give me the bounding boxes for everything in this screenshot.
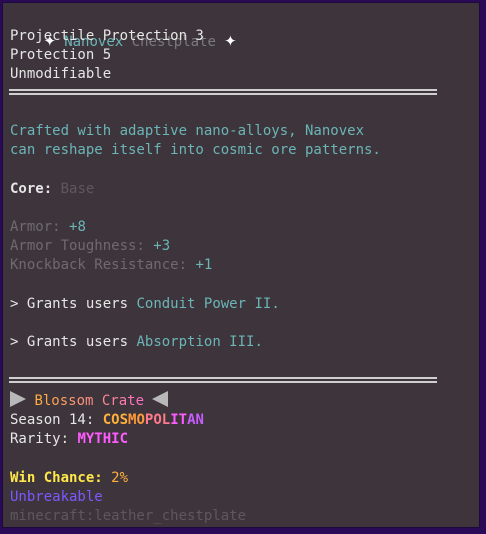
- core-label: Core:: [10, 181, 53, 197]
- rarity-label: Rarity:: [10, 431, 70, 447]
- season-letter: O: [136, 412, 145, 428]
- enchant-line: Projectile Protection 3: [10, 28, 204, 44]
- season-letter: T: [178, 412, 188, 428]
- arrow-left-icon: [152, 391, 169, 407]
- core-value: Base: [60, 181, 95, 197]
- crate-line: Blossom Crate: [10, 391, 169, 411]
- crate-name: Blossom Crate: [34, 393, 145, 409]
- season-value: COSMOPOLITAN: [103, 412, 204, 428]
- core-line: Core: Base: [10, 180, 94, 199]
- stat-label: Armor:: [10, 219, 61, 235]
- stat-label: Knockback Resistance:: [10, 257, 188, 273]
- season-line: Season 14: COSMOPOLITAN: [10, 411, 204, 430]
- enchant-line: Unmodifiable: [10, 66, 112, 82]
- bullet-icon: >: [10, 334, 19, 350]
- separator: [9, 377, 437, 383]
- season-label: Season 14:: [10, 412, 95, 428]
- ability-prefix: Grants users: [26, 334, 129, 350]
- ability-power: Absorption III.: [136, 334, 263, 350]
- item-title: ✦ Nanovex Chestplate ✦: [10, 6, 237, 50]
- stat-line: Knockback Resistance: +1: [10, 256, 212, 275]
- bullet-icon: >: [10, 296, 19, 312]
- sparkle-icon: ✦: [224, 27, 237, 51]
- ability-power: Conduit Power II.: [136, 296, 280, 312]
- win-chance-value: 2%: [111, 470, 129, 486]
- season-letter: A: [187, 412, 196, 428]
- ability-line: > Grants users Absorption III.: [10, 333, 263, 352]
- ability-prefix: Grants users: [26, 296, 129, 312]
- rarity-value: MYTHIC: [77, 431, 129, 447]
- stat-value: +1: [195, 257, 213, 273]
- win-chance-label: Win Chance:: [10, 470, 103, 486]
- season-letter: O: [111, 412, 120, 428]
- unbreakable-line: Unbreakable: [10, 489, 103, 505]
- stat-label: Armor Toughness:: [10, 238, 145, 254]
- stat-line: Armor Toughness: +3: [10, 237, 170, 256]
- stat-value: +8: [69, 219, 86, 235]
- stat-value: +3: [153, 238, 171, 254]
- season-letter: L: [161, 412, 171, 428]
- season-letter: C: [102, 412, 112, 428]
- season-letter: O: [153, 412, 162, 428]
- separator: [9, 89, 437, 95]
- lore-line: can reshape itself into cosmic ore patte…: [10, 142, 381, 158]
- win-chance-line: Win Chance: 2%: [10, 469, 128, 488]
- item-id: minecraft:leather_chestplate: [10, 508, 247, 524]
- season-letter: S: [119, 412, 129, 428]
- rarity-line: Rarity: MYTHIC: [10, 430, 128, 449]
- enchant-line: Protection 5: [10, 47, 112, 63]
- item-tooltip: ✦ Nanovex Chestplate ✦ Projectile Protec…: [2, 2, 480, 528]
- lore-line: Crafted with adaptive nano-alloys, Nanov…: [10, 123, 365, 139]
- season-letter: N: [195, 412, 204, 428]
- arrow-right-icon: [10, 391, 26, 407]
- ability-line: > Grants users Conduit Power II.: [10, 295, 280, 314]
- stat-line: Armor: +8: [10, 218, 86, 237]
- season-letter: I: [170, 412, 179, 428]
